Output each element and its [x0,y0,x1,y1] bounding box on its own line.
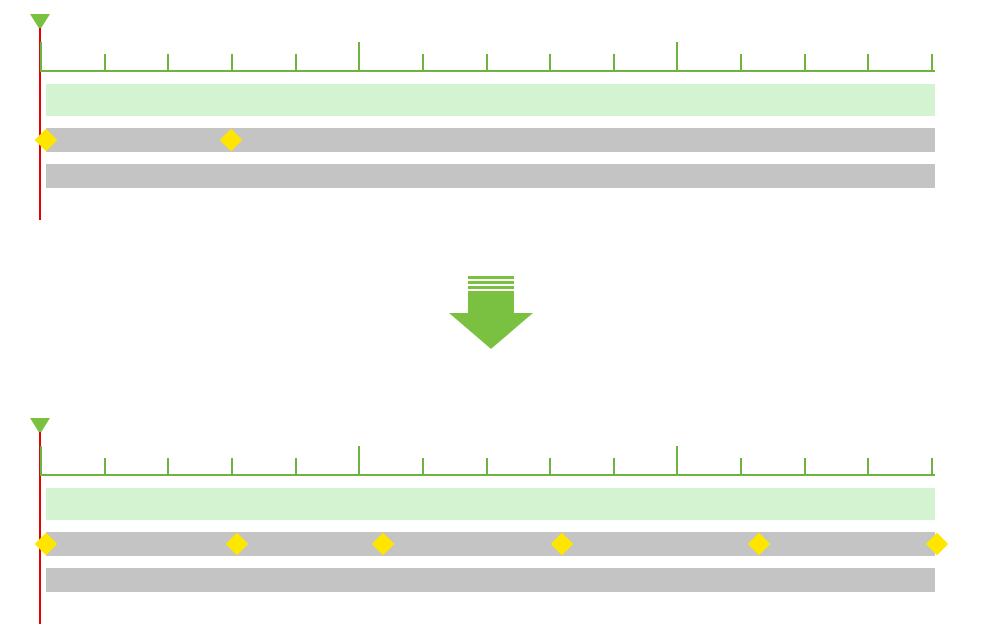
keyframe-marker[interactable] [226,533,249,556]
ruler-tick [40,446,42,476]
timeline-after [40,420,935,592]
transition-arrow-icon [449,276,533,349]
keyframe-marker[interactable] [747,533,770,556]
keyframe-marker[interactable] [926,533,949,556]
ruler-tick [231,54,233,72]
ruler-tick [867,458,869,476]
timeline-ruler[interactable] [40,426,935,476]
timing-track[interactable] [46,84,935,116]
ruler-tick [804,54,806,72]
ruler-tick [867,54,869,72]
ruler-tick [422,458,424,476]
ruler-tick [295,458,297,476]
ruler-tick [486,54,488,72]
ruler-tick [804,458,806,476]
ruler-tick [231,458,233,476]
keyframe-track[interactable] [46,568,935,592]
ruler-tick [104,54,106,72]
ruler-tick [931,458,933,476]
ruler-tick [486,458,488,476]
ruler-baseline [40,70,935,72]
keyframe-marker[interactable] [372,533,395,556]
ruler-tick [613,458,615,476]
keyframe-track[interactable] [46,128,935,152]
ruler-tick [549,458,551,476]
ruler-tick [167,458,169,476]
ruler-tick [613,54,615,72]
timeline-ruler[interactable] [40,22,935,72]
keyframe-track[interactable] [46,532,935,556]
tracks-before [40,84,935,188]
ruler-tick [676,42,678,72]
ruler-tick [740,458,742,476]
ruler-tick [358,446,360,476]
tracks-after [40,488,935,592]
ruler-tick [167,54,169,72]
ruler-tick [931,54,933,72]
timeline-before [40,16,935,188]
ruler-tick [104,458,106,476]
ruler-baseline [40,474,935,476]
timing-track[interactable] [46,488,935,520]
ruler-tick [549,54,551,72]
keyframe-track[interactable] [46,164,935,188]
ruler-tick [40,42,42,72]
ruler-tick [740,54,742,72]
ruler-tick [422,54,424,72]
keyframe-marker[interactable] [219,129,242,152]
keyframe-marker[interactable] [550,533,573,556]
ruler-tick [295,54,297,72]
ruler-tick [358,42,360,72]
ruler-tick [676,446,678,476]
